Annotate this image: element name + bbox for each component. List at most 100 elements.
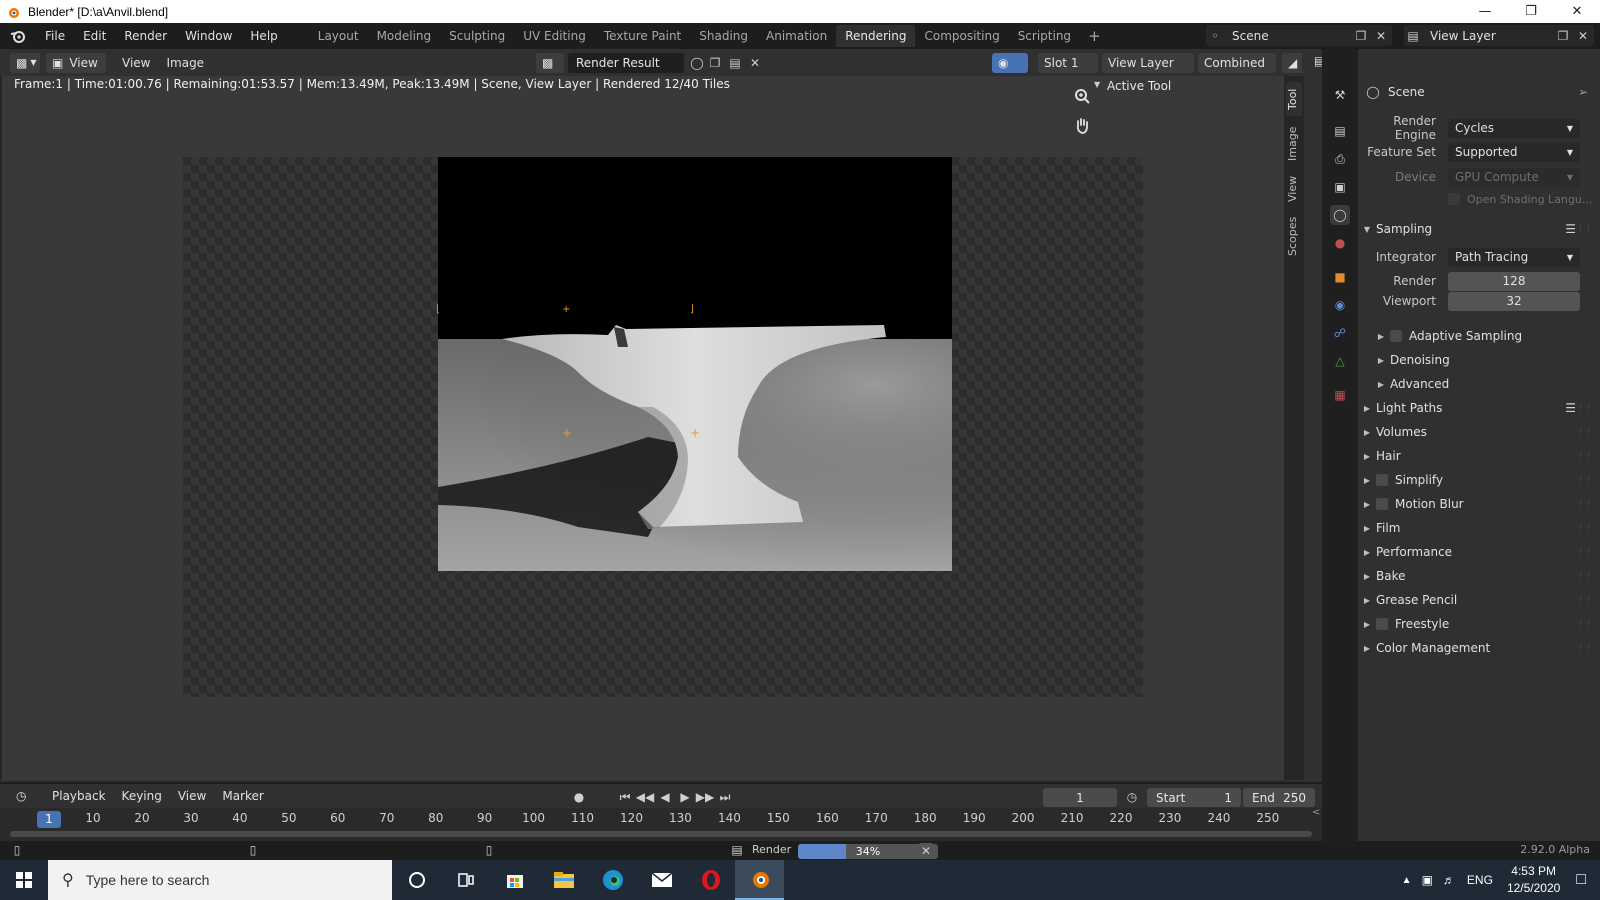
tab-texture-paint[interactable]: Texture Paint [595, 25, 690, 47]
drag-handle-icon[interactable]: ⋮⋮ [1576, 427, 1593, 437]
active-tool-panel-title[interactable]: Active Tool [1107, 79, 1171, 93]
render-tab-icon[interactable]: ▤ [1330, 121, 1350, 141]
drag-handle-icon[interactable]: ⋮⋮ [1576, 643, 1593, 653]
blender-taskbar-icon[interactable] [735, 860, 784, 900]
viewport-samples-field[interactable]: 32 [1448, 291, 1580, 311]
zoom-icon[interactable] [1068, 82, 1096, 110]
tool-tab-icon[interactable]: ⚒ [1330, 85, 1350, 105]
menu-timeline-view[interactable]: View [170, 789, 214, 803]
collapse-triangle-icon[interactable]: ▼ [1094, 80, 1100, 89]
drag-handle-icon[interactable]: ⋮⋮ [1576, 571, 1593, 581]
motion-blur-section[interactable]: ▶ Motion Blur ⋮⋮ [1358, 492, 1600, 516]
scroll-left-arrow-icon[interactable]: < [1312, 807, 1320, 818]
open-image-folder-icon[interactable]: ▤ [726, 54, 744, 72]
bake-section[interactable]: ▶ Bake ⋮⋮ [1358, 564, 1600, 588]
world-tab-icon[interactable]: ● [1330, 233, 1350, 253]
pin-icon[interactable]: ➢ [1578, 85, 1588, 99]
new-scene-icon[interactable]: ❐ [1352, 27, 1370, 45]
drag-handle-icon[interactable]: ⋮⋮ [1576, 547, 1593, 557]
menu-playback[interactable]: Playback [44, 789, 114, 803]
image-viewport[interactable]: Frame:1 | Time:01:00.76 | Remaining:01:5… [0, 76, 1304, 780]
delete-view-layer-icon[interactable]: ✕ [1574, 27, 1592, 45]
tab-compositing[interactable]: Compositing [915, 25, 1008, 47]
tab-image[interactable]: Image [1286, 124, 1302, 164]
advanced-subpanel[interactable]: ▶ Advanced [1358, 372, 1600, 396]
slot-dropdown[interactable]: Slot 1 [1038, 52, 1098, 73]
drag-handle-icon[interactable]: ⋮⋮ [1576, 595, 1593, 605]
jump-next-keyframe-icon[interactable]: ▶▶ [696, 788, 714, 806]
performance-section[interactable]: ▶ Performance ⋮⋮ [1358, 540, 1600, 564]
menu-keying[interactable]: Keying [114, 789, 170, 803]
adaptive-sampling-checkbox[interactable] [1390, 330, 1402, 342]
presets-list-icon[interactable]: ☰ [1565, 401, 1576, 415]
menu-render[interactable]: Render [115, 23, 176, 49]
volume-icon[interactable]: ♬ [1443, 873, 1455, 887]
adaptive-sampling-subpanel[interactable]: ▶ Adaptive Sampling [1358, 324, 1600, 348]
cortana-icon[interactable] [392, 860, 441, 900]
view-mode-dropdown[interactable]: ▣ View [46, 52, 106, 73]
menu-marker[interactable]: Marker [214, 789, 271, 803]
drag-handle-icon[interactable]: ⋮⋮ [1576, 224, 1593, 234]
display-channels-dropdown[interactable]: ◉ [992, 52, 1028, 73]
tab-sculpting[interactable]: Sculpting [440, 25, 514, 47]
tab-rendering[interactable]: Rendering [836, 25, 916, 47]
simplify-section[interactable]: ▶ Simplify ⋮⋮ [1358, 468, 1600, 492]
scene-tab-icon[interactable]: ◯ [1330, 205, 1350, 225]
drag-handle-icon[interactable]: ⋮⋮ [1576, 403, 1593, 413]
tab-animation[interactable]: Animation [757, 25, 836, 47]
new-image-icon[interactable]: ❐ [706, 54, 724, 72]
jump-start-icon[interactable]: ⏮ [616, 788, 634, 806]
integrator-dropdown[interactable]: Path Tracing ▼ [1448, 247, 1580, 267]
browse-image-dropdown[interactable]: ▩ [536, 52, 564, 73]
image-name-field[interactable]: Render Result [568, 52, 684, 73]
network-icon[interactable]: ▣ [1422, 873, 1433, 887]
timeline-scrollbar[interactable] [10, 831, 1312, 837]
edge-browser-icon[interactable] [588, 860, 637, 900]
close-window-button[interactable]: ✕ [1554, 0, 1600, 23]
action-center-icon[interactable]: □ [1576, 871, 1586, 889]
tab-layout[interactable]: Layout [309, 25, 368, 47]
volumes-section[interactable]: ▶ Volumes ⋮⋮ [1358, 420, 1600, 444]
render-engine-dropdown[interactable]: Cycles ▼ [1448, 118, 1580, 138]
drag-handle-icon[interactable]: ⋮⋮ [1576, 499, 1593, 509]
store-icon[interactable] [490, 860, 539, 900]
tab-scripting[interactable]: Scripting [1009, 25, 1080, 47]
constraints-tab-icon[interactable]: ☍ [1330, 323, 1350, 343]
scene-selector[interactable]: ◦ Scene ❐ ✕ [1206, 25, 1392, 46]
opera-browser-icon[interactable] [686, 860, 735, 900]
freestyle-checkbox[interactable] [1376, 618, 1388, 630]
device-dropdown[interactable]: GPU Compute ▼ [1448, 167, 1580, 187]
object-tab-icon[interactable]: ■ [1330, 267, 1350, 287]
denoising-subpanel[interactable]: ▶ Denoising [1358, 348, 1600, 372]
current-frame-indicator[interactable]: 1 [37, 811, 61, 828]
mail-icon[interactable] [637, 860, 686, 900]
add-workspace-button[interactable]: + [1080, 27, 1109, 45]
color-management-section[interactable]: ▶ Color Management ⋮⋮ [1358, 636, 1600, 660]
current-frame-field[interactable]: 1 [1043, 788, 1117, 807]
blender-menu-icon[interactable] [0, 29, 36, 43]
tab-uv-editing[interactable]: UV Editing [514, 25, 595, 47]
record-keyframe-icon[interactable]: ● [570, 788, 588, 806]
pass-dropdown[interactable]: Combined [1198, 52, 1276, 73]
jump-prev-keyframe-icon[interactable]: ◀◀ [636, 788, 654, 806]
light-paths-section[interactable]: ▶ Light Paths ☰ ⋮⋮ [1358, 396, 1600, 420]
output-tab-icon[interactable]: ⎙ [1330, 149, 1350, 169]
hair-section[interactable]: ▶ Hair ⋮⋮ [1358, 444, 1600, 468]
tray-overflow-chevron-icon[interactable]: ▲ [1402, 875, 1412, 886]
editor-type-dropdown[interactable]: ▩ ▼ [10, 52, 40, 73]
menu-file[interactable]: File [36, 23, 74, 49]
tab-modeling[interactable]: Modeling [368, 25, 441, 47]
file-explorer-icon[interactable] [539, 860, 588, 900]
layer-dropdown[interactable]: View Layer [1102, 52, 1194, 73]
task-view-icon[interactable] [441, 860, 490, 900]
jump-end-icon[interactable]: ⏭ [716, 788, 734, 806]
menu-window[interactable]: Window [176, 23, 241, 49]
fake-user-shield-icon[interactable]: ◯ [688, 54, 706, 72]
freestyle-section[interactable]: ▶ Freestyle ⋮⋮ [1358, 612, 1600, 636]
menu-edit[interactable]: Edit [74, 23, 115, 49]
tab-view[interactable]: View [1286, 172, 1302, 206]
film-section[interactable]: ▶ Film ⋮⋮ [1358, 516, 1600, 540]
play-reverse-icon[interactable]: ◀ [656, 788, 674, 806]
drag-handle-icon[interactable]: ⋮⋮ [1576, 451, 1593, 461]
simplify-checkbox[interactable] [1376, 474, 1388, 486]
